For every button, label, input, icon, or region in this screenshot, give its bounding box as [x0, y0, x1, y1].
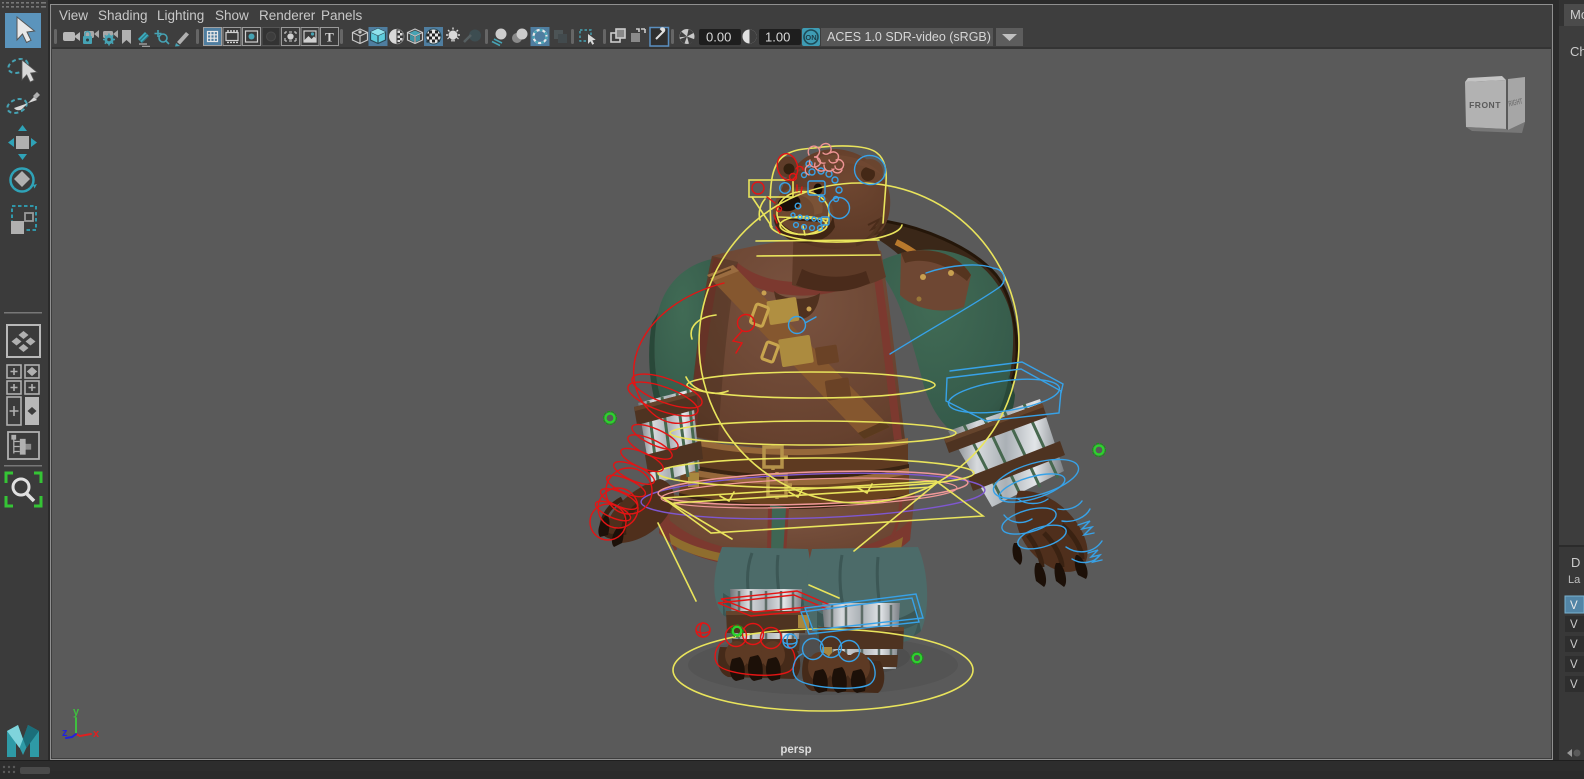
svg-text:V: V: [1570, 659, 1578, 671]
svg-text:x: x: [93, 728, 100, 740]
svg-text:D: D: [1571, 555, 1580, 570]
svg-text:V: V: [1570, 619, 1578, 631]
svg-text:V: V: [1570, 639, 1578, 651]
svg-text:z: z: [62, 727, 68, 739]
svg-text:ACES 1.0 SDR-video (sRGB): ACES 1.0 SDR-video (sRGB): [827, 30, 991, 44]
svg-text:y: y: [73, 706, 80, 718]
svg-text:ON: ON: [805, 33, 816, 42]
svg-text:T: T: [325, 30, 334, 45]
svg-text:La: La: [1568, 574, 1581, 586]
svg-text:persp: persp: [780, 744, 811, 756]
svg-text:V: V: [1570, 600, 1578, 612]
svg-text:0.00: 0.00: [706, 30, 731, 45]
svg-text:FRONT: FRONT: [1469, 100, 1501, 110]
svg-text:Ch: Ch: [1570, 44, 1584, 59]
svg-text:Mo: Mo: [1570, 7, 1584, 22]
svg-text:V: V: [1570, 679, 1578, 691]
svg-text:1.00: 1.00: [765, 30, 790, 45]
